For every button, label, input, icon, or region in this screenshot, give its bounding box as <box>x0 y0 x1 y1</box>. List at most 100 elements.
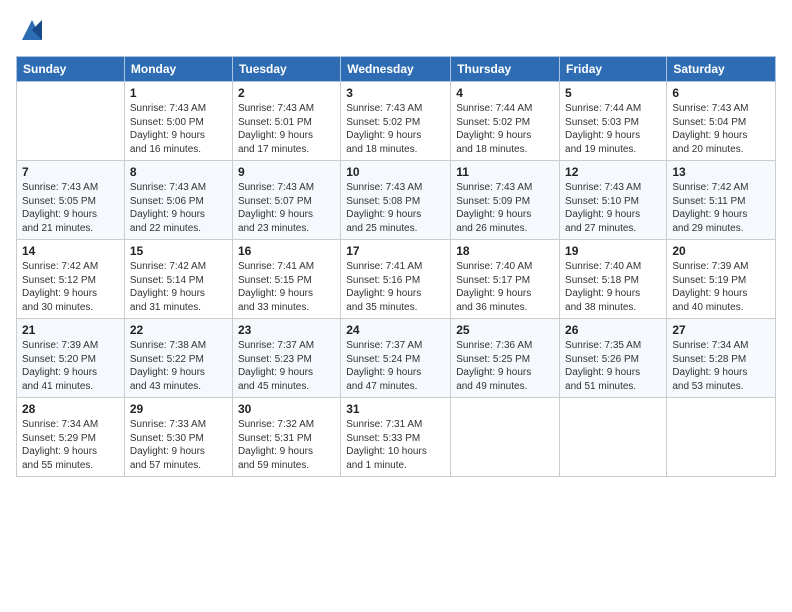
day-info: Sunrise: 7:38 AM Sunset: 5:22 PM Dayligh… <box>130 339 227 393</box>
calendar-table: Sunday Monday Tuesday Wednesday Thursday… <box>16 56 776 477</box>
calendar-day-cell: 25 Sunrise: 7:36 AM Sunset: 5:25 PM Dayli… <box>451 319 560 398</box>
calendar-day-cell: 31Sunrise: 7:31 AM Sunset: 5:33 PM Dayli… <box>341 398 451 477</box>
day-number: 18 <box>456 244 554 258</box>
day-number: 15 <box>130 244 227 258</box>
day-number: 13 <box>672 165 770 179</box>
day-number: 9 <box>238 165 335 179</box>
calendar-day-cell: 28Sunrise: 7:34 AM Sunset: 5:29 PM Dayli… <box>17 398 125 477</box>
day-number: 7 <box>22 165 119 179</box>
day-info: Sunrise: 7:43 AM Sunset: 5:04 PM Dayligh… <box>672 102 770 156</box>
day-number: 31 <box>346 402 445 416</box>
calendar-day-cell: 8Sunrise: 7:43 AM Sunset: 5:06 PM Daylig… <box>124 161 232 240</box>
day-number: 3 <box>346 86 445 100</box>
day-info: Sunrise: 7:42 AM Sunset: 5:11 PM Dayligh… <box>672 181 770 235</box>
day-info: Sunrise: 7:33 AM Sunset: 5:30 PM Dayligh… <box>130 418 227 472</box>
day-number: 12 <box>565 165 661 179</box>
calendar-day-cell: 15 Sunrise: 7:42 AM Sunset: 5:14 PM Dayli… <box>124 240 232 319</box>
day-number: 23 <box>238 323 335 337</box>
day-number: 20 <box>672 244 770 258</box>
col-saturday: Saturday <box>667 57 776 82</box>
calendar-day-cell: 22 Sunrise: 7:38 AM Sunset: 5:22 PM Dayli… <box>124 319 232 398</box>
calendar-day-cell <box>667 398 776 477</box>
day-info: Sunrise: 7:41 AM Sunset: 5:15 PM Dayligh… <box>238 260 335 314</box>
day-info: Sunrise: 7:42 AM Sunset: 5:12 PM Dayligh… <box>22 260 119 314</box>
calendar-day-cell: 7 Sunrise: 7:43 AM Sunset: 5:05 PM Daylig… <box>17 161 125 240</box>
calendar-day-cell: 9 Sunrise: 7:43 AM Sunset: 5:07 PM Daylig… <box>232 161 340 240</box>
day-info: Sunrise: 7:43 AM Sunset: 5:00 PM Dayligh… <box>130 102 227 156</box>
day-number: 22 <box>130 323 227 337</box>
col-friday: Friday <box>560 57 667 82</box>
calendar-week-row: 14 Sunrise: 7:42 AM Sunset: 5:12 PM Dayli… <box>17 240 776 319</box>
day-number: 24 <box>346 323 445 337</box>
day-info: Sunrise: 7:44 AM Sunset: 5:03 PM Dayligh… <box>565 102 661 156</box>
logo <box>16 16 46 44</box>
calendar-day-cell: 5Sunrise: 7:44 AM Sunset: 5:03 PM Daylig… <box>560 82 667 161</box>
calendar-week-row: 21Sunrise: 7:39 AM Sunset: 5:20 PM Dayli… <box>17 319 776 398</box>
col-thursday: Thursday <box>451 57 560 82</box>
day-info: Sunrise: 7:40 AM Sunset: 5:17 PM Dayligh… <box>456 260 554 314</box>
day-number: 11 <box>456 165 554 179</box>
day-info: Sunrise: 7:35 AM Sunset: 5:26 PM Dayligh… <box>565 339 661 393</box>
day-info: Sunrise: 7:42 AM Sunset: 5:14 PM Dayligh… <box>130 260 227 314</box>
calendar-day-cell: 14 Sunrise: 7:42 AM Sunset: 5:12 PM Dayli… <box>17 240 125 319</box>
calendar-day-cell: 12 Sunrise: 7:43 AM Sunset: 5:10 PM Dayli… <box>560 161 667 240</box>
calendar-day-cell: 16Sunrise: 7:41 AM Sunset: 5:15 PM Dayli… <box>232 240 340 319</box>
calendar-week-row: 1 Sunrise: 7:43 AM Sunset: 5:00 PM Daylig… <box>17 82 776 161</box>
calendar-day-cell: 1 Sunrise: 7:43 AM Sunset: 5:00 PM Daylig… <box>124 82 232 161</box>
page-container: Sunday Monday Tuesday Wednesday Thursday… <box>0 0 792 485</box>
day-info: Sunrise: 7:39 AM Sunset: 5:19 PM Dayligh… <box>672 260 770 314</box>
day-info: Sunrise: 7:37 AM Sunset: 5:24 PM Dayligh… <box>346 339 445 393</box>
calendar-day-cell: 17Sunrise: 7:41 AM Sunset: 5:16 PM Dayli… <box>341 240 451 319</box>
day-number: 25 <box>456 323 554 337</box>
day-info: Sunrise: 7:43 AM Sunset: 5:02 PM Dayligh… <box>346 102 445 156</box>
day-number: 30 <box>238 402 335 416</box>
calendar-day-cell: 4Sunrise: 7:44 AM Sunset: 5:02 PM Daylig… <box>451 82 560 161</box>
calendar-day-cell: 6 Sunrise: 7:43 AM Sunset: 5:04 PM Daylig… <box>667 82 776 161</box>
calendar-day-cell: 10 Sunrise: 7:43 AM Sunset: 5:08 PM Dayli… <box>341 161 451 240</box>
day-info: Sunrise: 7:39 AM Sunset: 5:20 PM Dayligh… <box>22 339 119 393</box>
calendar-day-cell: 23 Sunrise: 7:37 AM Sunset: 5:23 PM Dayli… <box>232 319 340 398</box>
calendar-day-cell: 19 Sunrise: 7:40 AM Sunset: 5:18 PM Dayli… <box>560 240 667 319</box>
day-info: Sunrise: 7:36 AM Sunset: 5:25 PM Dayligh… <box>456 339 554 393</box>
calendar-day-cell: 3 Sunrise: 7:43 AM Sunset: 5:02 PM Daylig… <box>341 82 451 161</box>
day-info: Sunrise: 7:34 AM Sunset: 5:28 PM Dayligh… <box>672 339 770 393</box>
calendar-day-cell: 29Sunrise: 7:33 AM Sunset: 5:30 PM Dayli… <box>124 398 232 477</box>
calendar-day-cell <box>17 82 125 161</box>
day-info: Sunrise: 7:43 AM Sunset: 5:07 PM Dayligh… <box>238 181 335 235</box>
day-number: 14 <box>22 244 119 258</box>
col-tuesday: Tuesday <box>232 57 340 82</box>
day-info: Sunrise: 7:43 AM Sunset: 5:05 PM Dayligh… <box>22 181 119 235</box>
calendar-week-row: 7 Sunrise: 7:43 AM Sunset: 5:05 PM Daylig… <box>17 161 776 240</box>
calendar-day-cell: 27 Sunrise: 7:34 AM Sunset: 5:28 PM Dayli… <box>667 319 776 398</box>
day-info: Sunrise: 7:43 AM Sunset: 5:09 PM Dayligh… <box>456 181 554 235</box>
day-number: 26 <box>565 323 661 337</box>
day-info: Sunrise: 7:37 AM Sunset: 5:23 PM Dayligh… <box>238 339 335 393</box>
col-wednesday: Wednesday <box>341 57 451 82</box>
header <box>16 16 776 44</box>
day-info: Sunrise: 7:43 AM Sunset: 5:01 PM Dayligh… <box>238 102 335 156</box>
logo-icon <box>18 16 46 44</box>
calendar-day-cell: 18 Sunrise: 7:40 AM Sunset: 5:17 PM Dayli… <box>451 240 560 319</box>
calendar-day-cell: 30Sunrise: 7:32 AM Sunset: 5:31 PM Dayli… <box>232 398 340 477</box>
day-number: 6 <box>672 86 770 100</box>
col-sunday: Sunday <box>17 57 125 82</box>
calendar-day-cell <box>560 398 667 477</box>
calendar-day-cell: 21Sunrise: 7:39 AM Sunset: 5:20 PM Dayli… <box>17 319 125 398</box>
day-info: Sunrise: 7:43 AM Sunset: 5:10 PM Dayligh… <box>565 181 661 235</box>
day-info: Sunrise: 7:40 AM Sunset: 5:18 PM Dayligh… <box>565 260 661 314</box>
day-info: Sunrise: 7:43 AM Sunset: 5:06 PM Dayligh… <box>130 181 227 235</box>
day-number: 1 <box>130 86 227 100</box>
calendar-day-cell: 26 Sunrise: 7:35 AM Sunset: 5:26 PM Dayli… <box>560 319 667 398</box>
calendar-week-row: 28Sunrise: 7:34 AM Sunset: 5:29 PM Dayli… <box>17 398 776 477</box>
calendar-header-row: Sunday Monday Tuesday Wednesday Thursday… <box>17 57 776 82</box>
day-number: 4 <box>456 86 554 100</box>
col-monday: Monday <box>124 57 232 82</box>
calendar-day-cell: 11 Sunrise: 7:43 AM Sunset: 5:09 PM Dayli… <box>451 161 560 240</box>
day-number: 27 <box>672 323 770 337</box>
logo-text <box>16 16 46 44</box>
calendar-day-cell: 24 Sunrise: 7:37 AM Sunset: 5:24 PM Dayli… <box>341 319 451 398</box>
day-info: Sunrise: 7:43 AM Sunset: 5:08 PM Dayligh… <box>346 181 445 235</box>
day-number: 10 <box>346 165 445 179</box>
day-number: 19 <box>565 244 661 258</box>
calendar-day-cell: 2Sunrise: 7:43 AM Sunset: 5:01 PM Daylig… <box>232 82 340 161</box>
